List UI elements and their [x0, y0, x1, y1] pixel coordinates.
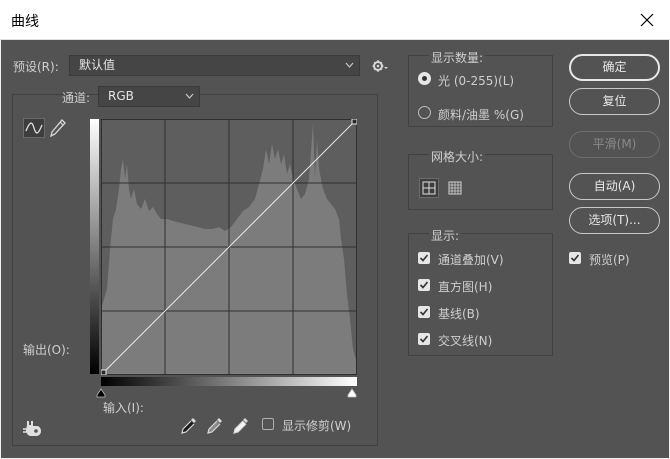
light-radio-label: 光 (0-255)(L) — [438, 74, 515, 88]
pencil-tool[interactable] — [49, 118, 67, 141]
eyedropper-white-icon — [233, 418, 248, 434]
gear-icon[interactable] — [372, 59, 388, 76]
hand-target-icon — [23, 421, 41, 436]
preset-value: 默认值 — [79, 58, 116, 72]
channel-select[interactable]: RGB — [98, 86, 200, 107]
light-radio[interactable] — [418, 72, 431, 85]
histogram-checkbox[interactable] — [418, 279, 430, 291]
ok-button[interactable]: 确定 — [569, 54, 660, 81]
detailed-grid-button[interactable] — [446, 179, 464, 200]
window-title: 曲线 — [11, 14, 39, 30]
intersection-line-label: 交叉线(N) — [438, 334, 493, 348]
preview-label: 预览(P) — [589, 253, 630, 267]
curve-graph[interactable] — [101, 119, 357, 375]
show-options-title: 显示: — [429, 227, 462, 244]
auto-button[interactable]: 自动(A) — [569, 173, 660, 200]
close-button[interactable] — [624, 0, 670, 40]
title-bar: 曲线 — [0, 0, 670, 40]
options-button[interactable]: 选项(T)... — [569, 207, 660, 234]
output-gradient-bar — [90, 119, 99, 374]
target-adjustment-tool[interactable] — [23, 419, 45, 440]
gray-eyedropper-tool[interactable] — [206, 416, 224, 439]
white-point-slider[interactable] — [347, 387, 357, 401]
histogram-label: 直方图(H) — [438, 280, 493, 294]
input-label: 输入(I): — [103, 401, 144, 415]
white-eyedropper-tool[interactable] — [232, 416, 250, 439]
curve-icon — [25, 122, 43, 134]
pigment-radio[interactable] — [418, 106, 431, 119]
grid-size-title: 网格大小: — [429, 148, 486, 165]
chevron-down-icon — [185, 87, 194, 112]
smooth-button[interactable]: 平滑(M) — [569, 131, 660, 158]
eyedropper-black-icon — [181, 418, 196, 434]
baseline-checkbox[interactable] — [418, 306, 430, 318]
preset-label: 预设(R): — [13, 60, 59, 74]
eyedropper-gray-icon — [207, 418, 222, 434]
channel-label: 通道: — [62, 91, 91, 105]
show-clipping-checkbox[interactable] — [262, 418, 274, 430]
preview-checkbox[interactable] — [569, 252, 581, 264]
show-clipping-label: 显示修剪(W) — [282, 419, 352, 433]
curve-edit-tool[interactable] — [23, 118, 45, 138]
reset-button[interactable]: 复位 — [569, 88, 660, 115]
pigment-radio-label: 颜料/油墨 %(G) — [438, 108, 524, 122]
close-icon — [640, 13, 654, 27]
simple-grid-button[interactable] — [419, 178, 439, 198]
preset-select[interactable]: 默认值 — [69, 55, 360, 76]
curve-point-shadow[interactable] — [101, 369, 107, 375]
black-eyedropper-tool[interactable] — [180, 416, 198, 439]
channel-overlays-checkbox[interactable] — [418, 252, 430, 264]
channel-value: RGB — [108, 89, 134, 103]
input-gradient-bar — [101, 377, 357, 386]
curves-dialog: 预设(R): 默认值 通道: RGB 输出(O): 输入(I): 显示修剪(W)… — [1, 40, 669, 458]
chevron-down-icon — [345, 56, 354, 81]
channel-overlays-label: 通道叠加(V) — [438, 253, 504, 267]
intersection-line-checkbox[interactable] — [418, 333, 430, 345]
grid-10-icon — [448, 181, 462, 195]
pencil-icon — [50, 119, 66, 138]
output-label: 输出(O): — [23, 343, 70, 357]
curve-point-highlight[interactable] — [351, 119, 357, 125]
baseline-label: 基线(B) — [438, 307, 480, 321]
grid-4-icon — [422, 181, 436, 195]
display-amount-title: 显示数量: — [429, 49, 486, 66]
